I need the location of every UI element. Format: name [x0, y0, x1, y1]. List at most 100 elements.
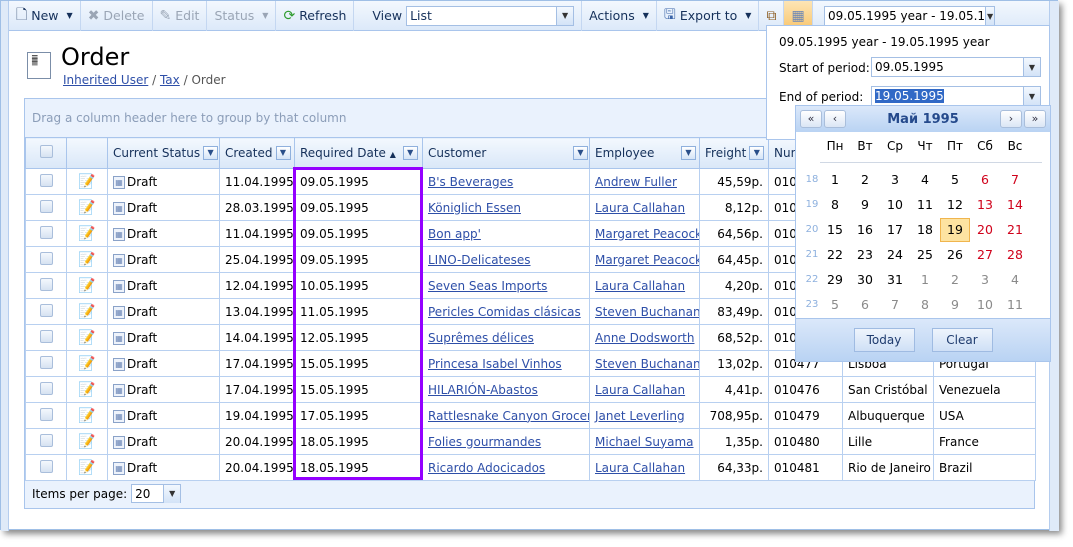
row-checkbox[interactable]: [39, 199, 53, 213]
edit-icon[interactable]: 📝: [78, 408, 95, 424]
row-checkbox[interactable]: [39, 225, 53, 239]
row-select[interactable]: [25, 428, 67, 455]
chevron-down-icon[interactable]: ▼: [1023, 58, 1040, 76]
calendar-day[interactable]: 29: [820, 272, 850, 287]
row-checkbox[interactable]: [39, 381, 53, 395]
edit-icon[interactable]: 📝: [78, 278, 95, 294]
calendar-day[interactable]: 31: [880, 272, 910, 287]
chevron-down-icon[interactable]: ▼: [985, 7, 994, 25]
header-created[interactable]: Created ▼: [219, 137, 295, 169]
row-checkbox[interactable]: [39, 433, 53, 447]
filter-icon[interactable]: ▼: [402, 146, 418, 161]
employee-link[interactable]: Laura Callahan: [595, 461, 685, 475]
employee-link[interactable]: Andrew Fuller: [595, 175, 677, 189]
filter-icon[interactable]: ▼: [203, 146, 219, 161]
row-edit[interactable]: 📝: [66, 376, 108, 403]
row-select[interactable]: [25, 272, 67, 299]
employee-link[interactable]: Margaret Peacock: [595, 253, 699, 267]
calendar-day[interactable]: 2: [940, 272, 970, 287]
filter-icon[interactable]: ▼: [681, 146, 696, 161]
row-edit[interactable]: 📝: [66, 168, 108, 195]
row-checkbox[interactable]: [39, 173, 53, 187]
row-checkbox[interactable]: [39, 251, 53, 265]
calendar-day[interactable]: 4: [910, 172, 940, 187]
edit-icon[interactable]: 📝: [78, 434, 95, 450]
calendar-day[interactable]: 11: [910, 197, 940, 212]
calendar-day[interactable]: 13: [970, 197, 1000, 212]
calendar-day[interactable]: 3: [880, 172, 910, 187]
row-checkbox[interactable]: [39, 277, 53, 291]
row-checkbox[interactable]: [39, 355, 53, 369]
calendar-day[interactable]: 4: [1000, 272, 1030, 287]
row-checkbox[interactable]: [39, 303, 53, 317]
edit-icon[interactable]: 📝: [78, 382, 95, 398]
edit-icon[interactable]: 📝: [78, 200, 95, 216]
new-button[interactable]: 🗋 New ▼: [9, 0, 81, 31]
row-select[interactable]: [25, 324, 67, 351]
prev-month-button[interactable]: ‹: [824, 110, 846, 128]
start-period-input[interactable]: 09.05.1995 ▼: [871, 57, 1041, 77]
customer-link[interactable]: HILARIÓN-Abastos: [428, 383, 538, 397]
customer-link[interactable]: B's Beverages: [428, 175, 513, 189]
employee-link[interactable]: Margaret Peacock: [595, 227, 699, 241]
calendar-day[interactable]: 30: [850, 272, 880, 287]
row-edit[interactable]: 📝: [66, 350, 108, 377]
calendar-day[interactable]: 24: [880, 247, 910, 262]
calendar-day[interactable]: 26: [940, 247, 970, 262]
select-all-checkbox[interactable]: [39, 145, 53, 158]
employee-link[interactable]: Laura Callahan: [595, 279, 685, 293]
row-checkbox[interactable]: [39, 329, 53, 343]
date-range-combo[interactable]: 09.05.1995 year - 19.05.1 ▼: [824, 6, 995, 26]
today-button[interactable]: Today: [853, 328, 915, 352]
calendar-day[interactable]: 23: [850, 247, 880, 262]
row-edit[interactable]: 📝: [66, 428, 108, 455]
left-splitter[interactable]: [1, 1, 9, 531]
edit-icon[interactable]: 📝: [78, 252, 95, 268]
edit-icon[interactable]: 📝: [78, 174, 95, 190]
calendar-day[interactable]: 15: [820, 222, 850, 237]
calendar-day[interactable]: 16: [850, 222, 880, 237]
calendar-day[interactable]: 6: [850, 297, 880, 312]
calendar-day[interactable]: 17: [880, 222, 910, 237]
header-employee[interactable]: Employee ▼: [589, 137, 700, 169]
customer-link[interactable]: LINO-Delicateses: [428, 253, 531, 267]
edit-icon[interactable]: 📝: [78, 330, 95, 346]
employee-link[interactable]: Janet Leverling: [595, 409, 685, 423]
employee-link[interactable]: Michael Suyama: [595, 435, 694, 449]
prev-year-button[interactable]: «: [800, 110, 822, 128]
edit-icon[interactable]: 📝: [78, 356, 95, 372]
calendar-day[interactable]: 10: [970, 297, 1000, 312]
calendar-day[interactable]: 20: [970, 222, 1000, 237]
calendar-day[interactable]: 8: [910, 297, 940, 312]
table-row[interactable]: 📝 ▦ Draft 17.04.1995 15.05.1995 HILARIÓN-…: [25, 376, 1036, 403]
employee-link[interactable]: Laura Callahan: [595, 201, 685, 215]
edit-button[interactable]: ✎ Edit: [153, 0, 208, 31]
row-edit[interactable]: 📝: [66, 324, 108, 351]
row-edit[interactable]: 📝: [66, 402, 108, 429]
calendar-day[interactable]: 9: [940, 297, 970, 312]
row-select[interactable]: [25, 194, 67, 221]
status-button[interactable]: Status ▼: [207, 0, 277, 31]
row-select[interactable]: [25, 168, 67, 195]
next-year-button[interactable]: »: [1024, 110, 1046, 128]
calendar-day[interactable]: 12: [940, 197, 970, 212]
calendar-day[interactable]: 10: [880, 197, 910, 212]
breadcrumb-inherited-user[interactable]: Inherited User: [63, 73, 148, 87]
calendar-day[interactable]: 3: [970, 272, 1000, 287]
header-required-date[interactable]: Required Date ▲ ▼: [294, 137, 423, 169]
customer-link[interactable]: Princesa Isabel Vinhos: [428, 357, 562, 371]
header-freight[interactable]: Freight ▼: [699, 137, 769, 169]
row-select[interactable]: [25, 298, 67, 325]
edit-icon[interactable]: 📝: [78, 304, 95, 320]
edit-icon[interactable]: 📝: [78, 226, 95, 242]
row-select[interactable]: [25, 350, 67, 377]
view-dropdown[interactable]: List ▼: [406, 5, 575, 26]
employee-link[interactable]: Anne Dodsworth: [595, 331, 694, 345]
customer-link[interactable]: Bon app': [428, 227, 481, 241]
customer-link[interactable]: Königlich Essen: [428, 201, 521, 215]
header-customer[interactable]: Customer ▼: [422, 137, 590, 169]
calendar-day[interactable]: 7: [880, 297, 910, 312]
calendar-day[interactable]: 5: [820, 297, 850, 312]
row-select[interactable]: [25, 220, 67, 247]
chevron-down-icon[interactable]: ▼: [556, 6, 574, 25]
